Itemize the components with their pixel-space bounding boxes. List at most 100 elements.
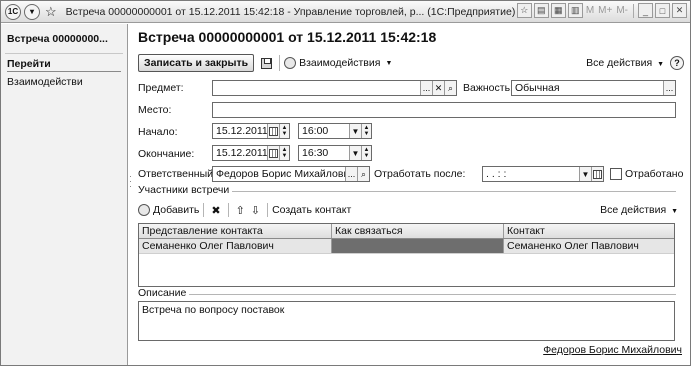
start-label: Начало: (138, 126, 178, 138)
maximize-icon[interactable]: □ (655, 3, 670, 18)
end-label: Окончание: (138, 148, 195, 160)
move-down-icon[interactable]: ⇩ (248, 204, 263, 217)
add-participant-button[interactable]: Добавить (138, 204, 199, 216)
work-after-label: Отработать после: (374, 168, 466, 180)
calculator-icon[interactable]: ▦ (550, 3, 566, 18)
participants-all-actions-label: Все действия (600, 204, 667, 216)
cell-contact-view[interactable]: Семаненко Олег Павлович (139, 239, 332, 253)
description-group-title: Описание (138, 287, 190, 299)
location-field[interactable] (212, 102, 676, 118)
start-time-field[interactable]: 16:00 ▼ ▲ ▼ (298, 123, 372, 139)
add-icon (138, 204, 150, 216)
column-header-contact-view[interactable]: Представление контакта (139, 224, 332, 238)
interactions-label: Взаимодействия (299, 57, 381, 69)
chevron-down-icon[interactable]: ▼ (579, 167, 591, 181)
worked-off-checkbox[interactable] (610, 168, 622, 180)
nav-section-title: Перейти (7, 58, 51, 70)
calendar-icon[interactable] (267, 124, 279, 138)
chevron-down-icon: ▼ (671, 208, 678, 215)
mem-button[interactable]: M (585, 5, 595, 16)
work-after-value: . . : : (486, 168, 507, 180)
nav-section-underline (7, 71, 121, 72)
star-icon[interactable]: ☆ (45, 4, 57, 20)
navigation-panel: Встреча 00000000... Перейти Взаимодейств… (1, 24, 132, 365)
start-date-value: 15.12.2011 (216, 125, 267, 137)
responsible-select-button[interactable]: ... (345, 167, 357, 181)
end-time-value: 16:30 (302, 147, 329, 159)
interactions-icon (284, 57, 297, 69)
importance-field[interactable]: Обычная ... (511, 80, 676, 96)
end-time-field[interactable]: 16:30 ▼ ▲ ▼ (298, 145, 372, 161)
app-icon[interactable]: 1С (5, 3, 21, 20)
table-header: Представление контакта Как связаться Кон… (139, 224, 674, 239)
importance-value: Обычная (515, 82, 560, 94)
chevron-down-icon[interactable]: ▼ (349, 146, 361, 160)
description-field[interactable]: Встреча по вопросу поставок (138, 301, 675, 341)
table-row[interactable]: Семаненко Олег Павлович Семаненко Олег П… (139, 239, 674, 254)
search-icon[interactable]: ⌕ (357, 167, 369, 181)
column-header-contact[interactable]: Контакт (504, 224, 674, 238)
worked-off-label: Отработано (625, 168, 684, 180)
participants-table[interactable]: Представление контакта Как связаться Кон… (138, 223, 675, 287)
start-date-spinner[interactable]: ▲ ▼ (279, 124, 289, 138)
start-date-field[interactable]: 15.12.2011 ▲ ▼ (212, 123, 290, 139)
save-button[interactable] (257, 54, 275, 72)
move-up-icon[interactable]: ⇧ (233, 204, 248, 217)
author-link[interactable]: Федоров Борис Михайлович (543, 344, 682, 356)
cell-how-to-contact[interactable] (332, 239, 504, 253)
title-separator (633, 3, 634, 18)
mem-minus-button[interactable]: M- (615, 5, 629, 16)
chevron-down-icon[interactable]: ▼ (349, 124, 361, 138)
participants-toolbar: Добавить ✖ ⇧ ⇩ Создать контакт Все дейст… (138, 201, 678, 219)
calendar-icon[interactable]: ▥ (567, 3, 583, 18)
all-actions-label: Все действия (586, 57, 653, 69)
delete-icon[interactable]: ✖ (208, 204, 223, 217)
subject-label: Предмет: (138, 82, 184, 94)
add-participant-label: Добавить (153, 204, 200, 216)
end-date-value: 15.12.2011 (216, 147, 267, 159)
nav-divider (5, 53, 123, 54)
end-time-spinner[interactable]: ▲ ▼ (361, 146, 371, 160)
form-command-bar: Записать и закрыть Взаимодействия ▼ Все … (138, 52, 684, 74)
calendar-icon[interactable] (267, 146, 279, 160)
help-icon[interactable]: ? (670, 56, 684, 70)
save-and-close-button[interactable]: Записать и закрыть (138, 54, 255, 72)
window-title: Встреча 00000000001 от 15.12.2011 15:42:… (65, 5, 516, 18)
end-date-field[interactable]: 15.12.2011 ▲ ▼ (212, 145, 290, 161)
location-label: Место: (138, 104, 172, 116)
print-icon[interactable]: ▤ (533, 3, 549, 18)
work-after-field[interactable]: . . : : ▼ (482, 166, 604, 182)
nav-item-interactions[interactable]: Взаимодействи (1, 74, 127, 90)
column-header-how-to-contact[interactable]: Как связаться (332, 224, 504, 238)
responsible-label: Ответственный: (138, 168, 216, 180)
clear-icon[interactable]: ✕ (432, 81, 444, 95)
responsible-field[interactable]: Федоров Борис Михайлович ... ⌕ (212, 166, 370, 182)
importance-select-button[interactable]: ... (663, 81, 675, 95)
description-group-line (138, 294, 676, 295)
create-contact-button[interactable]: Создать контакт (272, 204, 351, 216)
close-icon[interactable]: ✕ (672, 3, 687, 18)
minimize-icon[interactable]: _ (638, 3, 653, 18)
subject-select-button[interactable]: ... (420, 81, 432, 95)
mem-plus-button[interactable]: M+ (597, 5, 613, 16)
bookmark-icon[interactable]: ☆ (516, 3, 532, 18)
start-time-value: 16:00 (302, 125, 329, 137)
participants-all-actions-menu[interactable]: Все действия ▼ (600, 204, 678, 216)
title-bar: 1С ▾ ☆ Встреча 00000000001 от 15.12.2011… (1, 1, 690, 23)
calendar-icon[interactable] (591, 167, 603, 181)
chevron-down-icon: ▼ (385, 59, 393, 67)
importance-label: Важность: (463, 82, 513, 94)
form-title: Встреча 00000000001 от 15.12.2011 15:42:… (138, 29, 437, 45)
all-actions-menu[interactable]: Все действия ▼ (586, 57, 664, 69)
toolbar-separator (203, 203, 205, 217)
nav-header: Встреча 00000000... (7, 33, 108, 45)
toolbar-separator (227, 203, 229, 217)
toolbar-separator (267, 203, 269, 217)
cell-contact[interactable]: Семаненко Олег Павлович (504, 239, 674, 253)
menu-icon[interactable]: ▾ (24, 3, 40, 20)
subject-field[interactable]: ... ✕ ⌕ (212, 80, 457, 96)
end-date-spinner[interactable]: ▲ ▼ (279, 146, 289, 160)
start-time-spinner[interactable]: ▲ ▼ (361, 124, 371, 138)
interactions-menu[interactable]: Взаимодействия ▼ (284, 57, 392, 69)
search-icon[interactable]: ⌕ (444, 81, 456, 95)
